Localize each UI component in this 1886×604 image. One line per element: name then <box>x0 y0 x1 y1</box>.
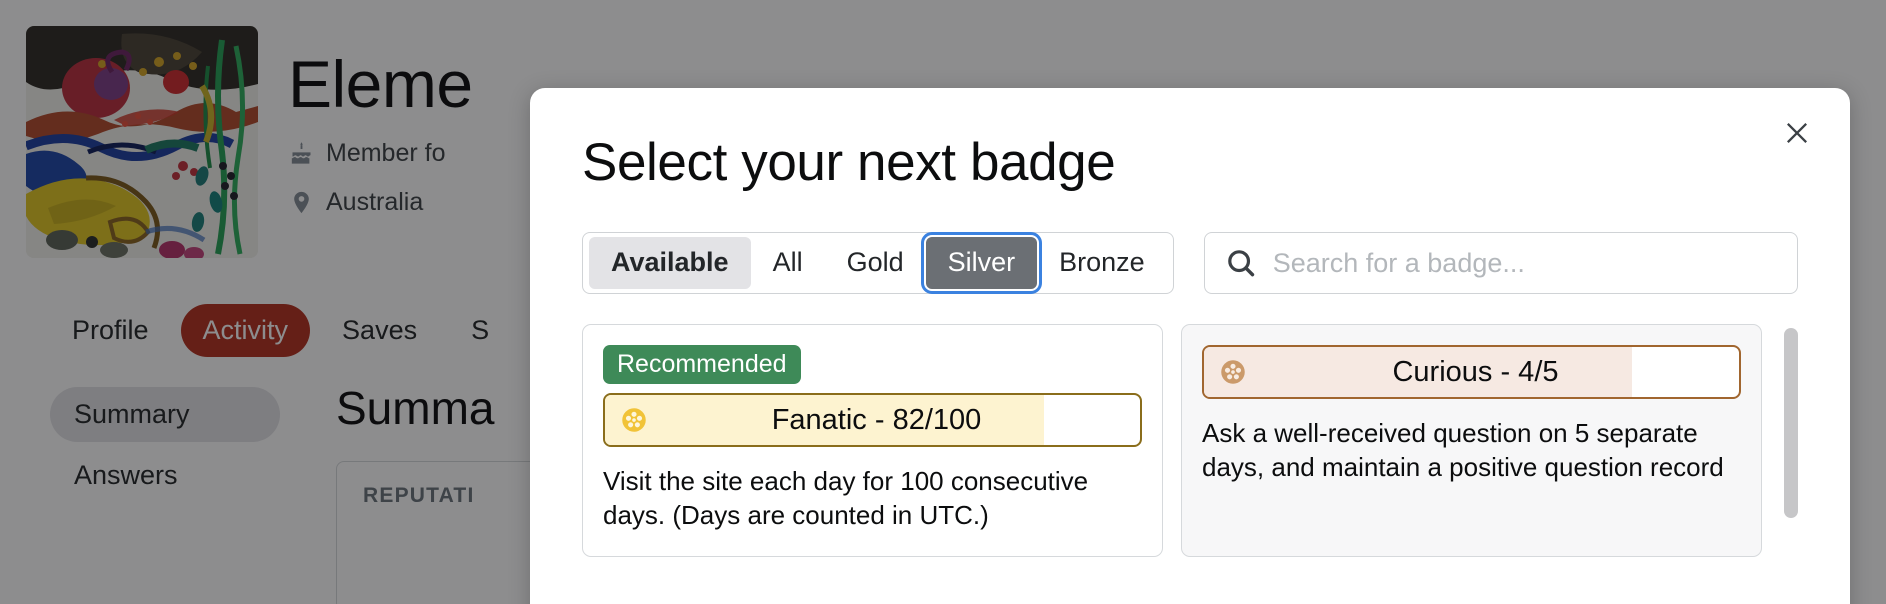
close-button[interactable] <box>1774 110 1820 156</box>
badge-card-curious[interactable]: Curious - 4/5 Ask a well-received questi… <box>1181 324 1762 557</box>
filter-tab-bronze[interactable]: Bronze <box>1037 237 1167 289</box>
badge-description-curious: Ask a well-received question on 5 separa… <box>1202 418 1724 482</box>
recommended-badge: Recommended <box>603 345 801 385</box>
scrollbar-thumb[interactable] <box>1784 328 1798 519</box>
badge-medal-icon <box>1221 360 1245 385</box>
badge-card-fanatic[interactable]: Recommended Fanatic - 82/100 Visit the s… <box>582 324 1163 557</box>
badge-title-curious: Curious - 4/5 <box>1392 355 1559 388</box>
badge-description-fanatic: Visit the site each day for 100 consecut… <box>603 466 1089 530</box>
badge-filter-tabs: Available All Gold Silver Bronze <box>582 232 1174 295</box>
select-badge-modal: Select your next badge Available All Gol… <box>530 88 1850 604</box>
badge-search[interactable] <box>1203 232 1798 295</box>
badge-list: Recommended Fanatic - 82/100 Visit the s… <box>582 324 1798 557</box>
badge-progress-curious: Curious - 4/5 <box>1202 345 1741 400</box>
screen: Eleme Member fo Australia Profile Activi… <box>0 0 1886 604</box>
filter-tab-all[interactable]: All <box>751 237 825 289</box>
search-icon <box>1227 250 1254 277</box>
modal-title: Select your next badge <box>582 133 1116 192</box>
badge-medal-icon <box>622 408 646 433</box>
badge-list-scrollbar[interactable] <box>1784 328 1798 524</box>
close-icon <box>1787 123 1807 143</box>
filter-tab-available[interactable]: Available <box>589 237 751 290</box>
badge-progress-fanatic: Fanatic - 82/100 <box>603 393 1142 448</box>
modal-controls: Available All Gold Silver Bronze <box>582 232 1798 295</box>
badge-title-fanatic: Fanatic - 82/100 <box>771 403 982 436</box>
filter-tab-gold[interactable]: Gold <box>825 237 926 289</box>
filter-tab-silver[interactable]: Silver <box>920 232 1043 295</box>
search-input[interactable] <box>1272 247 1777 279</box>
